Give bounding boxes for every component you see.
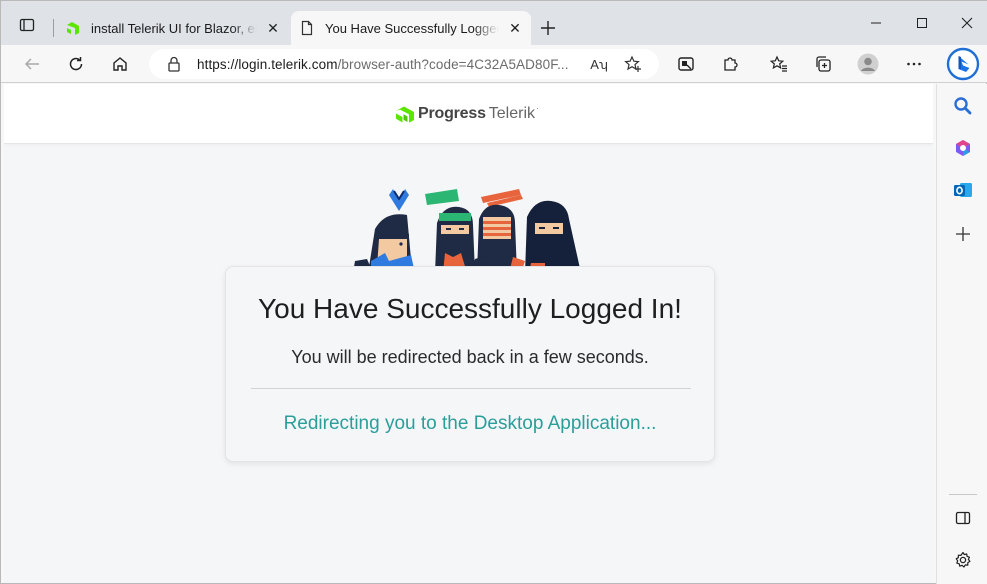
ninjas-illustration: [353, 189, 581, 273]
add-favorite-icon[interactable]: [623, 54, 643, 74]
search-icon: [954, 97, 972, 115]
avatar: [857, 53, 879, 75]
redirect-status: Redirecting you to the Desktop Applicati…: [283, 413, 657, 434]
settings-more-button[interactable]: [899, 49, 929, 79]
edge-sidebar: [936, 84, 987, 584]
page-icon: [301, 20, 313, 36]
collections-icon: [816, 56, 831, 72]
telerik-favicon: [67, 22, 79, 35]
new-tab-button[interactable]: [537, 17, 559, 39]
app-available-icon: [678, 57, 694, 71]
outlook-icon: [954, 183, 972, 197]
url-host: https://login.telerik.com: [197, 56, 338, 72]
progress-logo-icon: [396, 106, 414, 123]
app-available-button[interactable]: [671, 49, 701, 79]
extensions-button[interactable]: [715, 49, 745, 79]
tab-title: You Have Successfully Logged In: [325, 20, 499, 36]
refresh-button[interactable]: [61, 49, 91, 79]
close-icon[interactable]: ✕: [263, 18, 283, 38]
sidebar-separator: [949, 494, 977, 495]
sidebar-add-button[interactable]: [949, 220, 977, 248]
close-icon: [961, 17, 973, 29]
home-button[interactable]: [105, 49, 135, 79]
more-dots-icon: [907, 62, 921, 66]
close-icon[interactable]: ✕: [505, 18, 525, 38]
progress-telerik-logo[interactable]: Progress Telerik ·: [396, 103, 539, 125]
read-aloud-icon[interactable]: Aʮ: [589, 54, 609, 74]
bing-chat-button[interactable]: [946, 47, 980, 81]
back-arrow-icon: [24, 58, 39, 70]
tab-logged-in[interactable]: You Have Successfully Logged In ✕: [291, 11, 531, 45]
minimize-button[interactable]: [853, 7, 899, 39]
divider: [251, 388, 691, 389]
minimize-icon: [871, 22, 881, 24]
collections-button[interactable]: [808, 49, 838, 79]
office-icon: [956, 140, 970, 156]
sidebar-search-button[interactable]: [949, 92, 977, 120]
site-header: Progress Telerik ·: [4, 84, 933, 144]
maximize-button[interactable]: [899, 7, 945, 39]
url-path: /browser-auth?code=4C32A5AD80F...: [337, 56, 569, 72]
home-icon: [113, 57, 127, 71]
sidebar-settings-button[interactable]: [949, 546, 977, 574]
browser-toolbar: https://login.telerik.com/browser-auth?c…: [1, 45, 987, 83]
login-success-card: You Have Successfully Logged In! You wil…: [225, 266, 715, 462]
page-viewport: Progress Telerik · You Have Successfully…: [4, 84, 933, 583]
tab-actions-icon: [19, 18, 35, 32]
sidebar-office-button[interactable]: [949, 134, 977, 162]
tab-strip: install Telerik UI for Blazor, error c ✕…: [1, 1, 987, 45]
sidebar-toggle-icon: [955, 511, 971, 525]
redirect-notice: You will be redirected back in a few sec…: [291, 347, 649, 367]
favorites-star-icon: [770, 55, 787, 72]
puzzle-icon: [724, 57, 738, 71]
tab-title: install Telerik UI for Blazor, error c: [91, 20, 257, 36]
plus-icon: [541, 21, 555, 35]
hide-sidebar-button[interactable]: [949, 504, 977, 532]
maximize-icon: [917, 18, 927, 28]
address-bar[interactable]: https://login.telerik.com/browser-auth?c…: [149, 49, 659, 79]
plus-icon: [956, 227, 970, 241]
gear-icon: [955, 551, 971, 568]
favorites-button[interactable]: [764, 49, 794, 79]
lock-icon[interactable]: [165, 55, 183, 73]
tab-telerik-install[interactable]: install Telerik UI for Blazor, error c ✕: [57, 11, 289, 45]
sidebar-outlook-button[interactable]: [949, 176, 977, 204]
profile-button[interactable]: [853, 49, 883, 79]
tab-separator: [53, 19, 54, 37]
logo-telerik-text: Telerik: [488, 105, 536, 122]
bing-icon: [946, 47, 980, 81]
page-title: You Have Successfully Logged In!: [258, 293, 682, 324]
back-button[interactable]: [17, 49, 47, 79]
close-window-button[interactable]: [944, 7, 987, 39]
tab-actions-button[interactable]: [11, 13, 43, 37]
logo-progress-text: Progress: [418, 105, 486, 122]
refresh-icon: [69, 57, 83, 71]
logo-trademark: ·: [536, 103, 540, 113]
url-text: https://login.telerik.com/browser-auth?c…: [197, 57, 587, 72]
browser-window: install Telerik UI for Blazor, error c ✕…: [0, 0, 987, 584]
